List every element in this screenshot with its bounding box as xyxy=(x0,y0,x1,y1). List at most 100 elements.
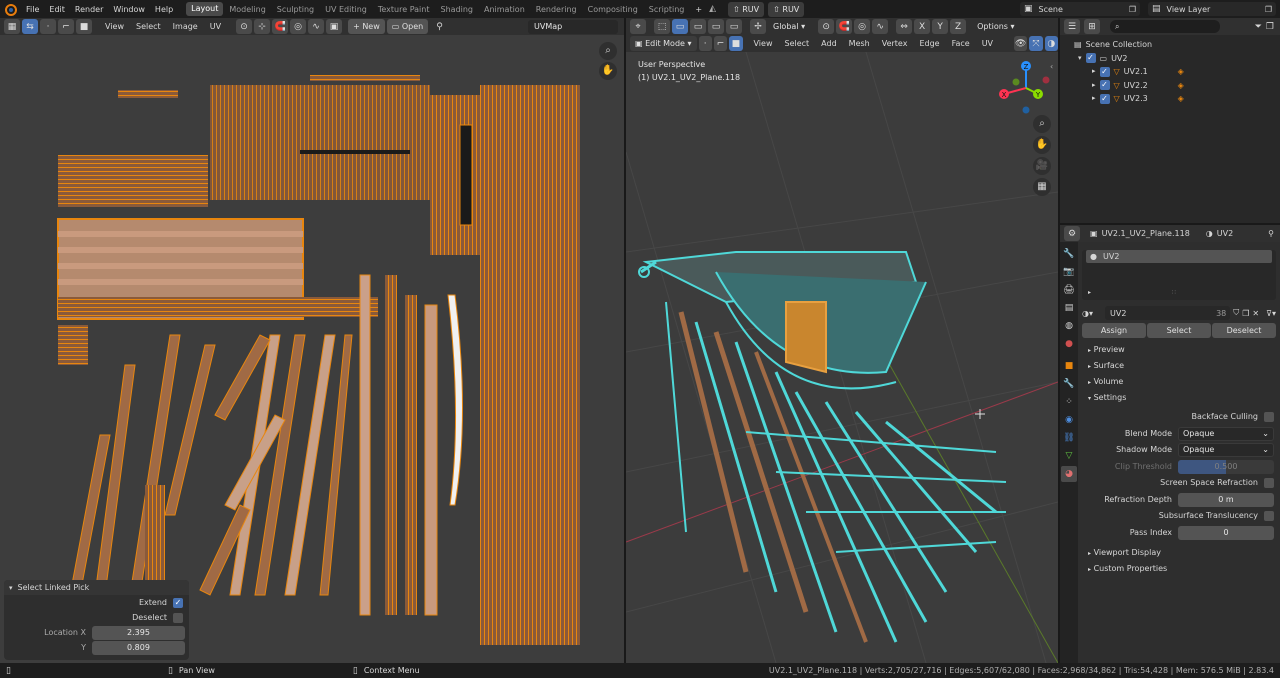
uv-menu-view[interactable]: View xyxy=(100,22,129,31)
list-resize-handle[interactable]: ∷ xyxy=(1172,289,1176,296)
panel-viewport-display[interactable]: ▸ Viewport Display xyxy=(1082,545,1276,561)
material-name-field[interactable]: UV2 38 xyxy=(1105,306,1231,320)
panel-custom-properties[interactable]: ▸ Custom Properties xyxy=(1082,561,1276,577)
sync-selection-icon[interactable]: ⇆ xyxy=(22,19,38,34)
vp-menu-select[interactable]: Select xyxy=(779,39,814,48)
uvmap-field[interactable]: UVMap xyxy=(528,19,618,34)
menu-edit[interactable]: Edit xyxy=(44,5,70,14)
location-x-field[interactable]: 2.395 xyxy=(92,625,185,640)
mirror-icon[interactable]: ⇔ xyxy=(896,19,913,34)
clip-threshold-slider[interactable]: 0.500 xyxy=(1178,459,1274,474)
new-collection-icon[interactable]: ❐ xyxy=(1266,22,1274,32)
menu-file[interactable]: File xyxy=(21,5,44,14)
mirror-y[interactable]: Y xyxy=(932,19,949,34)
pivot-point-icon[interactable]: ⊙ xyxy=(818,19,835,34)
view-layer-selector[interactable]: ▤ View Layer ❐ xyxy=(1148,2,1276,16)
mirror-z[interactable]: Z xyxy=(950,19,967,34)
select-button[interactable]: Select xyxy=(1147,323,1211,338)
extend-checkbox[interactable]: ✓ xyxy=(173,597,183,608)
tool-tab-icon[interactable]: 🔧 xyxy=(1061,246,1077,262)
overlay-toggle-icon[interactable]: ◑ xyxy=(1044,36,1058,51)
scene-tab-icon[interactable]: ◍ xyxy=(1061,318,1077,334)
deselect-checkbox[interactable] xyxy=(173,612,183,623)
tab-animation[interactable]: Animation xyxy=(479,5,530,14)
operator-panel-header[interactable]: ▾ Select Linked Pick xyxy=(4,580,189,595)
pivot-icon[interactable]: ⊙ xyxy=(236,19,253,34)
display-mode-icon[interactable]: ⊞ xyxy=(1084,19,1100,34)
panel-volume[interactable]: ▸ Volume xyxy=(1082,374,1276,390)
editor-type-icon[interactable]: ▦ xyxy=(4,19,20,34)
pass-index-field[interactable]: 0 xyxy=(1178,525,1274,540)
view-layer-tab-icon[interactable]: ▤ xyxy=(1061,300,1077,316)
vp-menu-uv[interactable]: UV xyxy=(977,39,998,48)
data-tab-icon[interactable]: ▽ xyxy=(1061,448,1077,464)
vp-menu-face[interactable]: Face xyxy=(947,39,975,48)
ruv-button-1[interactable]: ⇧ RUV xyxy=(728,1,765,17)
uv-canvas[interactable] xyxy=(0,35,624,663)
expand-icon[interactable]: ▸ xyxy=(1092,92,1096,106)
tab-uv-editing[interactable]: UV Editing xyxy=(320,5,372,14)
tab-modeling[interactable]: Modeling xyxy=(224,5,270,14)
tree-row-scene-collection[interactable]: ▤ Scene Collection xyxy=(1060,38,1280,52)
tree-row-object[interactable]: ▸ ✓ ▽ UV2.3 ◈ xyxy=(1060,92,1280,106)
uv-menu-image[interactable]: Image xyxy=(168,22,203,31)
menu-help[interactable]: Help xyxy=(150,5,178,14)
modifier-tab-icon[interactable]: 🔧 xyxy=(1061,376,1077,392)
select-box-mode-icon[interactable]: ▭ xyxy=(672,19,688,34)
pin-properties-icon[interactable]: ⚲ xyxy=(1268,229,1274,238)
backface-culling-checkbox[interactable] xyxy=(1264,412,1274,423)
tab-rendering[interactable]: Rendering xyxy=(531,5,582,14)
vp-menu-add[interactable]: Add xyxy=(816,39,842,48)
object-checkbox[interactable]: ✓ xyxy=(1099,66,1110,77)
constraints-tab-icon[interactable]: ⛓ xyxy=(1061,430,1077,446)
face-select-icon[interactable]: ■ xyxy=(76,19,92,34)
blender-logo-icon[interactable] xyxy=(3,2,17,16)
collection-checkbox[interactable]: ✓ xyxy=(1085,53,1096,64)
edge-select-icon[interactable]: ⌐ xyxy=(58,19,74,34)
gizmo-toggle-icon[interactable]: ⤧ xyxy=(1029,36,1043,51)
location-y-field[interactable]: 0.809 xyxy=(92,640,185,655)
ruv-button-2[interactable]: ⇧ RUV xyxy=(768,1,805,17)
subtract-mode-icon[interactable]: ▭ xyxy=(708,19,724,34)
expand-icon[interactable]: ▸ xyxy=(1092,65,1096,79)
open-image-button[interactable]: ▭ Open xyxy=(386,19,429,34)
browse-material-icon[interactable]: ◑▾ xyxy=(1082,309,1102,318)
panel-surface[interactable]: ▸ Surface xyxy=(1082,358,1276,374)
world-tab-icon[interactable]: ● xyxy=(1061,336,1077,352)
list-expand-icon[interactable]: ▸ xyxy=(1088,289,1091,296)
menu-render[interactable]: Render xyxy=(70,5,108,14)
sss-checkbox[interactable] xyxy=(1264,511,1274,522)
tab-texture-paint[interactable]: Texture Paint xyxy=(373,5,435,14)
copy-view-layer-icon[interactable]: ❐ xyxy=(1265,5,1272,14)
vp-menu-view[interactable]: View xyxy=(749,39,778,48)
backface-culling-row[interactable]: Backface Culling xyxy=(1082,409,1274,426)
sss-row[interactable]: Subsurface Translucency xyxy=(1082,508,1274,525)
snap-toggle-icon[interactable]: 🧲 xyxy=(836,19,853,34)
expand-icon[interactable]: ▾ xyxy=(1078,52,1082,66)
proportional-edit-icon[interactable]: ◎ xyxy=(290,19,307,34)
edge-mode-icon[interactable]: ⌐ xyxy=(713,36,728,51)
select-tool-icon[interactable]: ⬚ xyxy=(654,19,670,34)
tab-shading[interactable]: Shading xyxy=(435,5,478,14)
zoom-icon[interactable]: ⌕ xyxy=(599,42,617,60)
object-tab-icon[interactable]: ■ xyxy=(1061,358,1077,374)
vertex-select-icon[interactable]: · xyxy=(40,19,56,34)
physics-tab-icon[interactable]: ◉ xyxy=(1061,412,1077,428)
falloff-curve-icon[interactable]: ∿ xyxy=(872,19,889,34)
object-checkbox[interactable]: ✓ xyxy=(1099,93,1110,104)
fake-user-icon[interactable]: ⛉ xyxy=(1233,308,1239,318)
vp-menu-edge[interactable]: Edge xyxy=(914,39,944,48)
output-tab-icon[interactable]: 🖨 xyxy=(1061,282,1077,298)
add-workspace-button[interactable]: + xyxy=(690,5,707,14)
expand-icon[interactable]: ▸ xyxy=(1092,79,1096,93)
properties-type-icon[interactable]: ⚙ xyxy=(1064,226,1080,241)
options-dropdown[interactable]: Options ▾ xyxy=(972,19,1020,34)
copy-scene-icon[interactable]: ❐ xyxy=(1129,5,1136,14)
tab-scripting[interactable]: Scripting xyxy=(644,5,690,14)
assign-button[interactable]: Assign xyxy=(1082,323,1146,338)
new-image-button[interactable]: + New xyxy=(348,19,385,34)
transform-orientation-icon[interactable]: ✢ xyxy=(750,19,766,34)
ortho-toggle-icon[interactable]: ▦ xyxy=(1033,178,1051,196)
orientation-dropdown[interactable]: Global ▾ xyxy=(768,19,811,34)
filter-icon[interactable]: ⏷ xyxy=(1255,22,1262,32)
